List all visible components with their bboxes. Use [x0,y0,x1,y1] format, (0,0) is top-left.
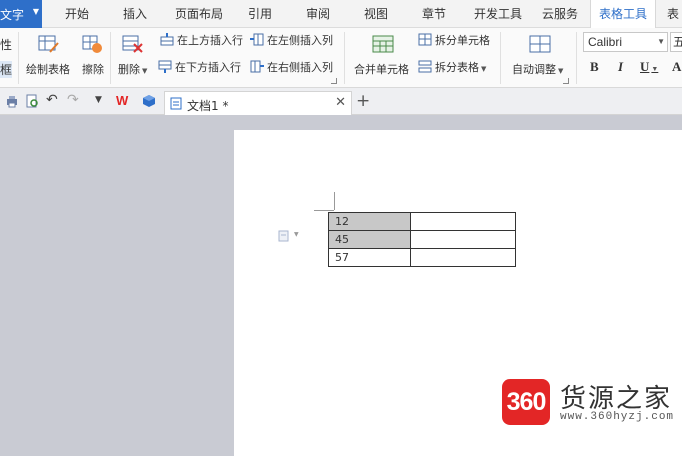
quick-access-and-tabs: ↶ ↷ ▼ W 文档1 * ✕ + [0,88,682,115]
chevron-down-icon: ▼ [32,7,39,16]
watermark-url: www.360hyzj.com [560,411,675,423]
menu-table-style[interactable]: 表 [664,0,682,28]
redo-icon[interactable]: ↷ [67,92,79,108]
auto-fit-label: 自动调整 [512,63,556,76]
table-row: 12 [328,212,516,231]
ribbon-partial-bottom[interactable]: 框 [0,61,13,78]
merge-cells-icon [372,35,394,53]
watermark-logo: 360 [502,379,550,425]
split-cells-button[interactable]: 拆分单元格 [418,32,490,50]
insert-row-above-label: 在上方插入行 [177,34,243,47]
eraser-icon [82,35,102,53]
insert-col-right-label: 在右侧插入列 [267,61,333,74]
insert-row-above-icon [160,33,174,46]
cloud-cube-icon[interactable] [142,94,156,108]
table-row: 45 [328,230,516,249]
split-cells-label: 拆分单元格 [435,34,490,47]
paragraph-layout-icon[interactable] [278,230,290,242]
menu-insert[interactable]: 插入 [114,0,156,28]
menu-page-layout[interactable]: 页面布局 [170,0,228,28]
menu-review[interactable]: 审阅 [298,0,338,28]
document-tab-title: 文档1 * [187,99,229,113]
ribbon: 性 框 绘制表格 擦除 删除 ▼ 在上方插入行 在下方插入行 在左侧插入列 在右侧… [0,28,682,88]
menu-home[interactable]: 开始 [56,0,98,28]
table-cell[interactable]: 45 [328,230,411,249]
dialog-launcher-icon[interactable] [331,78,337,84]
split-table-button[interactable]: 拆分表格 ▼ [418,59,486,77]
eraser-button[interactable]: 擦除 [82,61,104,77]
draw-table-icon [38,35,59,53]
watermark-site-name: 货源之家 [560,384,673,414]
underline-label: U [640,59,650,74]
ribbon-divider [344,32,345,84]
underline-button[interactable]: U ▼ [640,59,658,75]
draw-table-button[interactable]: 绘制表格 [26,61,70,77]
undo-icon[interactable]: ↶ [46,92,58,108]
table-cell[interactable]: 57 [328,248,411,267]
print-preview-icon[interactable] [25,94,39,108]
insert-col-left-button[interactable]: 在左侧插入列 [250,32,333,50]
chevron-down-icon: ▼ [558,67,564,75]
ribbon-divider [110,32,111,84]
insert-col-left-label: 在左侧插入列 [267,34,333,47]
italic-button[interactable]: I [618,59,623,75]
insert-col-left-icon [250,33,264,46]
split-table-label: 拆分表格 [435,61,479,74]
dialog-launcher-icon[interactable] [563,78,569,84]
delete-button[interactable]: 删除 ▼ [118,61,147,77]
insert-col-right-button[interactable]: 在右侧插入列 [250,59,333,77]
table-row: 57 [328,248,516,267]
menu-cloud[interactable]: 云服务 [538,0,582,28]
split-cells-icon [418,33,432,46]
app-menu-button[interactable]: 文字 ▼ [0,0,42,28]
merge-cells-button[interactable]: 合并单元格 [354,61,409,77]
chevron-down-icon: ▼ [657,37,665,46]
menu-bar: 文字 ▼ 开始 插入 页面布局 引用 审阅 视图 章节 开发工具 云服务 表格工… [0,0,682,29]
menu-section[interactable]: 章节 [414,0,454,28]
font-size-value: 五 [673,35,682,49]
chevron-down-icon: ▼ [481,65,487,73]
auto-fit-icon [529,35,551,53]
insert-row-below-label: 在下方插入行 [175,61,241,74]
document-table[interactable]: 12 45 57 [328,212,516,267]
print-icon[interactable] [5,94,19,108]
font-color-icon[interactable]: A [672,59,681,75]
tab-document[interactable]: 文档1 * ✕ [164,91,352,115]
font-size-select[interactable]: 五 [670,32,682,52]
margin-marker [314,210,334,211]
table-cell[interactable] [410,248,516,267]
margin-marker [334,192,335,210]
wps-logo-icon[interactable]: W [116,93,128,108]
ribbon-divider [18,32,19,84]
insert-row-below-button[interactable]: 在下方插入行 [158,59,241,77]
chevron-down-icon: ▼ [294,231,299,238]
auto-fit-button[interactable]: 自动调整 ▼ [512,61,563,77]
table-cell[interactable]: 12 [328,212,411,231]
insert-col-right-icon [250,60,264,73]
split-table-icon [418,60,432,73]
document-icon [170,97,182,110]
table-cell[interactable] [410,212,516,231]
ribbon-partial-top[interactable]: 性 [0,36,12,53]
menu-references[interactable]: 引用 [240,0,280,28]
close-icon[interactable]: ✕ [335,95,346,110]
ribbon-divider [500,32,501,84]
menu-view[interactable]: 视图 [356,0,396,28]
menu-table-tools[interactable]: 表格工具 [590,0,656,29]
chevron-down-icon: ▼ [651,65,659,73]
customize-toolbar-icon[interactable]: ▼ [95,95,102,105]
chevron-down-icon: ▼ [142,67,148,75]
delete-table-icon [122,35,143,53]
bold-button[interactable]: B [590,59,599,75]
insert-row-above-button[interactable]: 在上方插入行 [160,32,243,50]
new-tab-icon[interactable]: + [356,91,370,111]
menu-developer[interactable]: 开发工具 [470,0,526,28]
app-menu-label: 文字 [0,8,25,22]
table-cell[interactable] [410,230,516,249]
ribbon-divider [576,32,577,84]
delete-label: 删除 [118,63,140,76]
font-name-select[interactable]: Calibri ▼ [583,32,668,52]
font-name-value: Calibri [588,35,623,49]
insert-row-below-icon [158,60,172,73]
